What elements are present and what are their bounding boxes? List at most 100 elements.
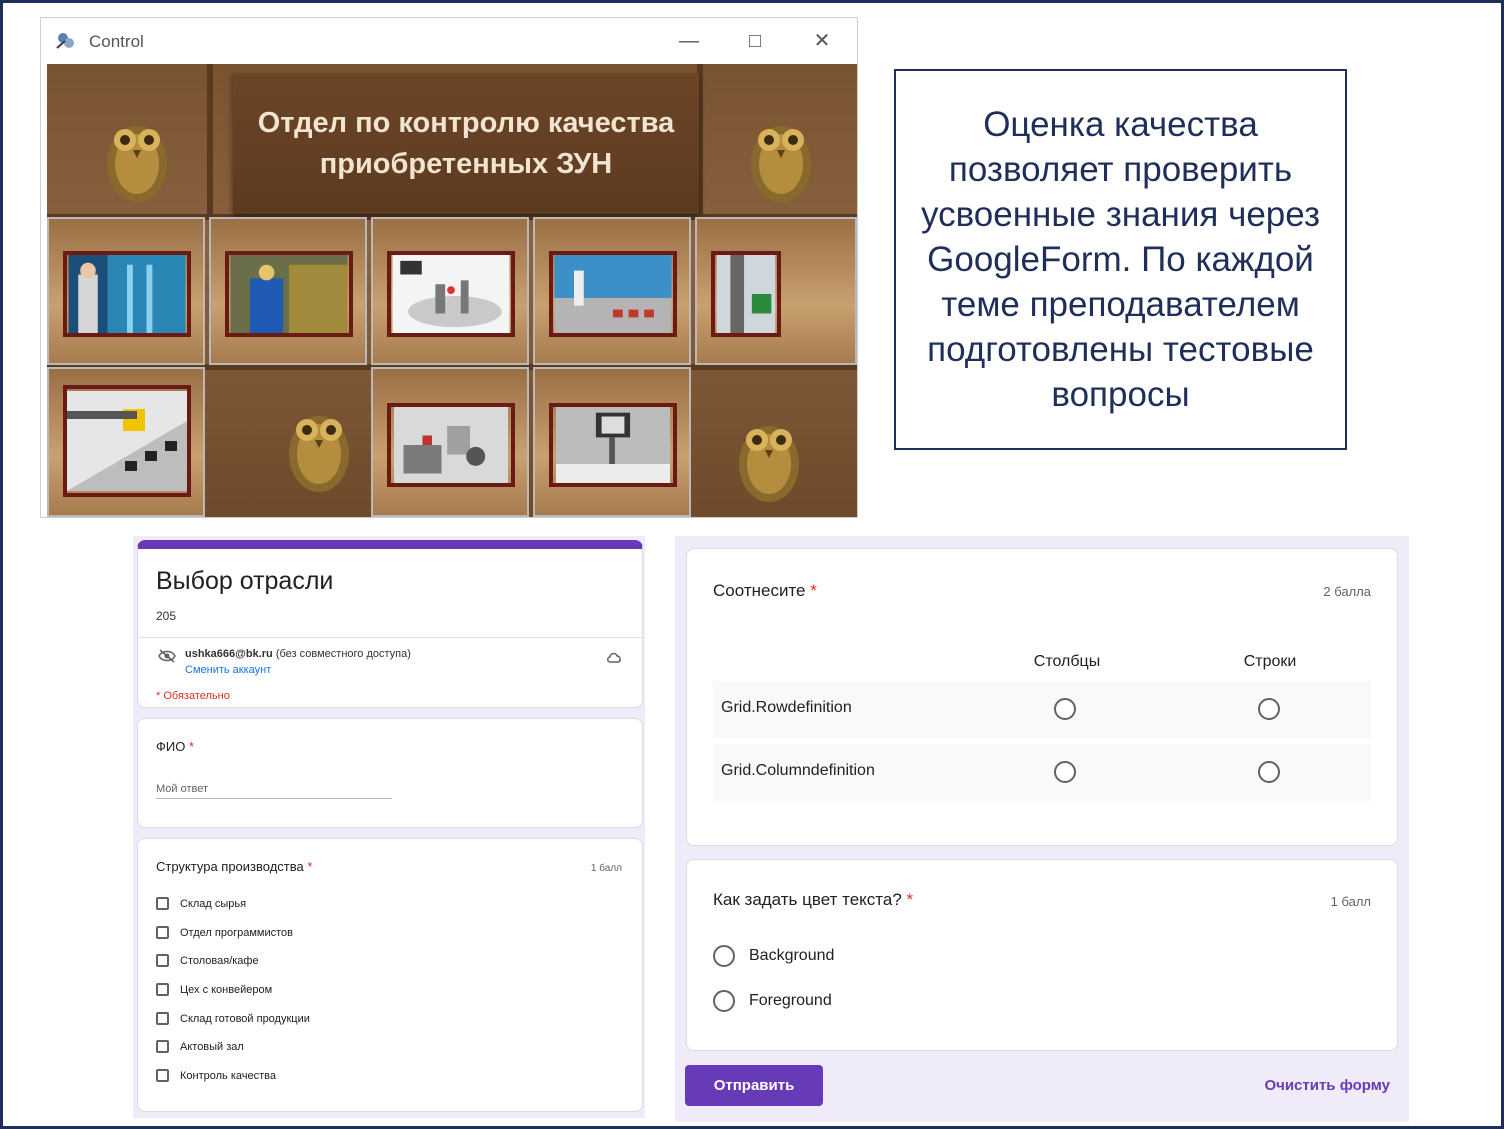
topic-tile-measurement[interactable] [371, 367, 529, 517]
required-star: * [906, 890, 914, 909]
clear-form-link[interactable]: Очистить форму [1264, 1077, 1390, 1094]
option-label: Склад сырья [180, 897, 247, 910]
google-form-right: Соотнесите * 2 балла Столбцы Строки Grid… [675, 536, 1409, 1122]
google-form-left: Выбор отрасли 205 ushka666@bk.ru (без со… [133, 536, 645, 1118]
close-icon[interactable]: ✕ [809, 28, 835, 54]
option-label: Контроль качества [180, 1069, 276, 1082]
minimize-icon[interactable]: — [676, 28, 702, 54]
option-label: Отдел программистов [180, 926, 293, 939]
checkbox[interactable] [156, 983, 169, 996]
color-question-title: Как задать цвет текста? * [713, 890, 913, 910]
structure-label: Структура производства * [156, 859, 312, 874]
radio-option[interactable]: Foreground [713, 990, 832, 1012]
window-title: Control [89, 32, 144, 51]
shelf-background: Отдел по контролю качества приобретенных… [47, 64, 857, 517]
cloud-icon [607, 652, 621, 663]
required-star: * [307, 859, 313, 874]
form-title: Выбор отрасли [156, 567, 334, 595]
grid-row-label: Grid.Rowdefinition [721, 699, 852, 716]
topic-photo [387, 403, 515, 487]
eye-off-icon [158, 649, 176, 663]
switch-account-link[interactable]: Сменить аккаунт [185, 664, 271, 676]
structure-label-text: Структура производства [156, 859, 304, 874]
owl-figurine-icon [289, 416, 349, 492]
color-question-text: Как задать цвет текста? [713, 890, 902, 909]
topic-photo [225, 251, 353, 337]
divider [138, 637, 642, 638]
owl-figurine-icon [739, 426, 799, 502]
option-label: Foreground [749, 992, 832, 1009]
topic-tile-conveyor[interactable] [533, 217, 691, 365]
checkbox-option[interactable]: Склад сырья [156, 897, 246, 910]
app-icon [56, 33, 74, 49]
radio-button[interactable] [1054, 698, 1076, 720]
form-description: 205 [156, 609, 177, 623]
account-sharing-note: (без совместного доступа) [275, 648, 411, 660]
option-label: Склад готовой продукции [180, 1012, 310, 1025]
checkbox[interactable] [156, 954, 169, 967]
color-question-card: Как задать цвет текста? * 1 балл Backgro… [686, 859, 1398, 1051]
checkbox[interactable] [156, 1069, 169, 1082]
required-note: * Обязательно [156, 690, 230, 702]
banner-title: Отдел по контролю качества приобретенных… [233, 74, 699, 214]
fio-label-text: ФИО [156, 739, 186, 754]
option-label: Цех с конвейером [180, 983, 273, 996]
topic-tile-workshop[interactable] [209, 217, 367, 365]
checkbox[interactable] [156, 926, 169, 939]
grid-row: Grid.Rowdefinition [713, 681, 1371, 738]
checkbox-option[interactable]: Контроль качества [156, 1069, 276, 1082]
radio-button[interactable] [1258, 761, 1280, 783]
topic-tile-camera[interactable] [47, 367, 205, 517]
fio-input[interactable]: Мой ответ [156, 783, 392, 799]
info-box: Оценка качества позволяет проверить усво… [894, 69, 1347, 450]
control-window: Control — □ ✕ Отдел по контролю качества… [40, 17, 858, 518]
form-header-card: Выбор отрасли 205 ushka666@bk.ru (без со… [137, 540, 643, 708]
fio-question-card: ФИО * Мой ответ [137, 718, 643, 828]
topic-tile-lab[interactable] [47, 217, 205, 365]
window-titlebar: Control — □ ✕ [41, 18, 857, 64]
points-label: 2 балла [1323, 584, 1371, 599]
radio-button[interactable] [1258, 698, 1280, 720]
radio-button[interactable] [713, 945, 735, 967]
topic-photo [549, 251, 677, 337]
radio-button[interactable] [1054, 761, 1076, 783]
grid-column-header: Строки [1243, 653, 1297, 670]
radio-option[interactable]: Background [713, 945, 834, 967]
topic-photo [549, 403, 677, 487]
checkbox-option[interactable]: Актовый зал [156, 1040, 244, 1053]
submit-button[interactable]: Отправить [685, 1065, 823, 1106]
topic-photo [63, 385, 191, 497]
owl-figurine-icon [107, 126, 167, 202]
required-star: * [810, 581, 817, 600]
maximize-icon[interactable]: □ [742, 28, 768, 54]
option-label: Столовая/кафе [180, 954, 259, 967]
owl-figurine-icon [751, 126, 811, 202]
topic-tile-inspection[interactable] [533, 367, 691, 517]
radio-button[interactable] [713, 990, 735, 1012]
fio-label: ФИО * [156, 739, 194, 754]
account-email-address: ushka666@bk.ru [185, 648, 273, 660]
points-label: 1 балл [1330, 894, 1371, 909]
checkbox-option[interactable]: Цех с конвейером [156, 983, 272, 996]
grid-question-card: Соотнесите * 2 балла Столбцы Строки Grid… [686, 548, 1398, 846]
checkbox-option[interactable]: Столовая/кафе [156, 954, 259, 967]
grid-question-title: Соотнесите * [713, 581, 817, 601]
account-email: ushka666@bk.ru (без совместного доступа) [185, 648, 411, 660]
checkbox[interactable] [156, 897, 169, 910]
checkbox-option[interactable]: Склад готовой продукции [156, 1012, 310, 1025]
shelf-divider [207, 64, 213, 217]
checkbox[interactable] [156, 1040, 169, 1053]
grid-column-header: Столбцы [1033, 653, 1101, 670]
option-label: Актовый зал [180, 1040, 244, 1053]
checkbox[interactable] [156, 1012, 169, 1025]
grid-row: Grid.Columndefinition [713, 744, 1371, 801]
grid-row-label: Grid.Columndefinition [721, 762, 875, 779]
points-label: 1 балл [590, 863, 622, 874]
grid-question-text: Соотнесите [713, 581, 806, 600]
topic-photo [711, 251, 781, 337]
checkbox-option[interactable]: Отдел программистов [156, 926, 293, 939]
topic-photo [63, 251, 191, 337]
topic-tile-robot-cell[interactable] [371, 217, 529, 365]
topic-tile-sensor[interactable] [695, 217, 857, 365]
option-label: Background [749, 947, 835, 964]
